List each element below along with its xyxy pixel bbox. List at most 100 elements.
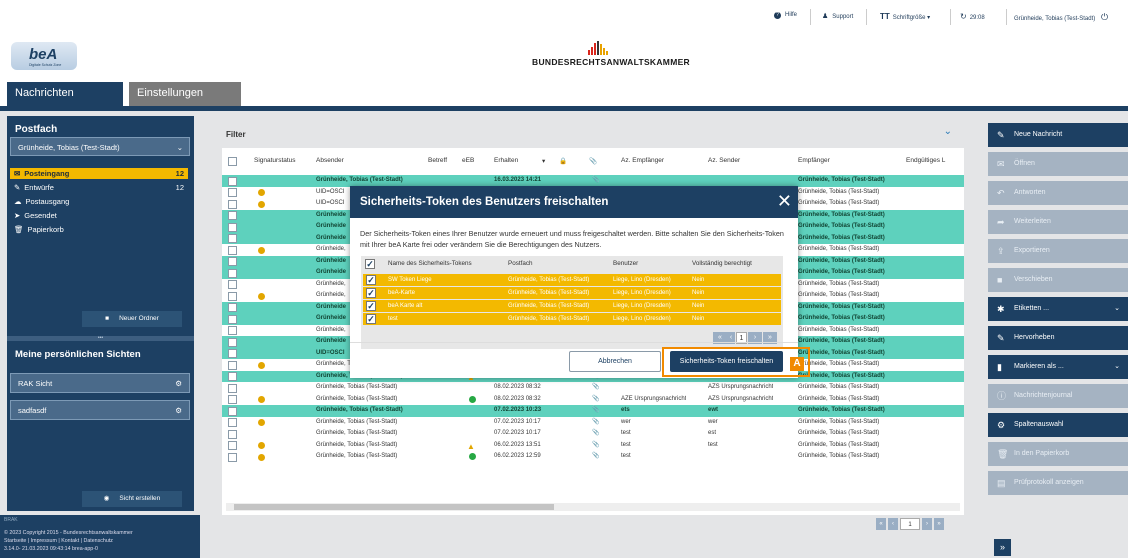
col-endgueltiges[interactable]: Endgültiges L (906, 157, 945, 164)
pager-last-icon[interactable]: » (934, 518, 944, 530)
token-row-checkbox[interactable]: ✓ (366, 314, 376, 324)
collapse-panel-button[interactable]: » (994, 539, 1011, 556)
new-folder-button[interactable]: ■ Neuer Ordner (82, 311, 182, 327)
col-benutzer[interactable]: Benutzer (613, 260, 638, 267)
sort-desc-icon[interactable]: ▾ (542, 157, 545, 165)
row-checkbox[interactable] (228, 349, 237, 358)
help-link[interactable]: ? Hilfe (774, 12, 797, 19)
row-checkbox[interactable] (228, 372, 237, 381)
row-checkbox[interactable] (228, 360, 237, 370)
col-eeb[interactable]: eEB (462, 157, 474, 164)
view-sadfasdf[interactable]: sadfasdf ⚙ (10, 400, 190, 420)
row-checkbox[interactable] (228, 188, 237, 197)
folder-papierkorb[interactable]: 🗑 Papierkorb (10, 224, 188, 235)
token-row-checkbox[interactable]: ✓ (366, 301, 376, 311)
table-row[interactable]: Grünheide, Tobias (Test-Stadt) 16.03.2023… (222, 175, 964, 187)
col-empfaenger[interactable]: Empfänger (798, 157, 830, 164)
action-trash-button[interactable]: 🗑 In den Papierkorb (988, 442, 1128, 466)
tab-einstellungen[interactable]: Einstellungen (129, 82, 241, 106)
row-checkbox[interactable] (228, 418, 237, 427)
filter-bar[interactable]: Filter ⌄ (212, 121, 964, 143)
action-reply-button[interactable]: ↶ Antworten (988, 181, 1128, 205)
action-bookmark-button[interactable]: ▮ Markieren als ... ⌄ (988, 355, 1128, 379)
action-mail-button[interactable]: ✉ Öffnen (988, 152, 1128, 176)
col-berechtigt[interactable]: Vollständig berechtigt (692, 260, 752, 267)
pager-prev-icon[interactable]: ‹ (888, 518, 898, 530)
session-timer[interactable]: ↻ 29:08 (960, 12, 985, 21)
action-marker-button[interactable]: ✎ Hervorheben (988, 326, 1128, 350)
row-checkbox[interactable] (228, 395, 237, 404)
table-row[interactable]: Grünheide, Tobias (Test-Stadt) 07.02.2023… (222, 428, 964, 440)
token-row[interactable]: ✓ SW Token Liege Grünheide, Tobias (Test-S… (363, 274, 781, 286)
row-checkbox[interactable] (228, 222, 237, 232)
cancel-button[interactable]: Abbrechen (569, 351, 661, 372)
col-postfach[interactable]: Postfach (508, 260, 533, 267)
row-checkbox[interactable] (228, 429, 237, 439)
fontsize-dropdown[interactable]: TT Schriftgröße ▾ (880, 12, 930, 21)
col-erhalten[interactable]: Erhalten (494, 157, 518, 164)
token-row[interactable]: ✓ beA-Karte Grünheide, Tobias (Test-Stadt)… (363, 287, 781, 299)
row-checkbox[interactable] (228, 291, 237, 301)
folder-posteingang[interactable]: ✉ Posteingang 12 (10, 168, 188, 179)
row-checkbox[interactable] (228, 245, 237, 255)
row-checkbox[interactable] (228, 234, 237, 243)
user-logout[interactable]: Grünheide, Tobias (Test-Stadt) ⏻ (1014, 12, 1108, 23)
footer-links[interactable]: Startseite | Impressum | Kontakt | Daten… (4, 538, 113, 544)
action-forward-button[interactable]: ➦ Weiterleiten (988, 210, 1128, 234)
table-row[interactable]: Grünheide, Tobias (Test-Stadt) 08.02.2023… (222, 394, 964, 406)
token-row[interactable]: ✓ beA Karte alt Grünheide, Tobias (Test-St… (363, 300, 781, 312)
action-pencil-button[interactable]: ✎ Neue Nachricht (988, 123, 1128, 147)
action-export-button[interactable]: ⇪ Exportieren (988, 239, 1128, 263)
pager-first-icon[interactable]: « (876, 518, 886, 530)
row-checkbox[interactable] (228, 176, 237, 186)
table-row[interactable]: Grünheide, Tobias (Test-Stadt) 07.02.2023… (222, 405, 964, 417)
row-checkbox[interactable] (228, 452, 237, 462)
row-checkbox[interactable] (228, 211, 237, 220)
row-checkbox[interactable] (228, 314, 237, 324)
cell-empfaenger: Grünheide, Tobias (Test-Stadt) (798, 303, 885, 310)
folder-gesendet[interactable]: ➤ Gesendet (10, 210, 188, 221)
row-checkbox[interactable] (228, 337, 237, 347)
row-checkbox[interactable] (228, 280, 237, 289)
col-absender[interactable]: Absender (316, 157, 344, 164)
action-tag-button[interactable]: ✱ Etiketten ... ⌄ (988, 297, 1128, 321)
close-icon[interactable]: ✕ (777, 191, 792, 211)
col-az-sender[interactable]: Az. Sender (708, 157, 740, 164)
action-gear-button[interactable]: ⚙ Spaltenauswahl (988, 413, 1128, 437)
view-rak-sicht[interactable]: RAK Sicht ⚙ (10, 373, 190, 393)
row-checkbox[interactable] (228, 383, 237, 393)
row-checkbox[interactable] (228, 268, 237, 278)
support-link[interactable]: ♟ Support (822, 12, 853, 20)
col-betreff[interactable]: Betreff (428, 157, 447, 164)
tab-nachrichten[interactable]: Nachrichten (7, 82, 123, 106)
row-checkbox[interactable] (228, 303, 237, 312)
token-row-checkbox[interactable]: ✓ (366, 288, 376, 298)
row-checkbox[interactable] (228, 406, 237, 416)
row-checkbox[interactable] (228, 199, 237, 209)
action-info-button[interactable]: ⓘ Nachrichtenjournal (988, 384, 1128, 408)
select-all-tokens-checkbox[interactable]: ✓ (365, 259, 375, 269)
row-checkbox[interactable] (228, 326, 237, 335)
horizontal-scrollbar[interactable] (226, 503, 960, 511)
create-view-button[interactable]: ◉ Sicht erstellen (82, 491, 182, 507)
scrollbar-thumb[interactable] (234, 504, 554, 510)
table-row[interactable]: Grünheide, Tobias (Test-Stadt) 08.02.2023… (222, 382, 964, 394)
select-all-checkbox[interactable] (228, 157, 237, 166)
row-checkbox[interactable] (228, 441, 237, 450)
pager-current[interactable]: 1 (900, 518, 920, 530)
table-row[interactable]: Grünheide, Tobias (Test-Stadt) 07.02.2023… (222, 417, 964, 429)
row-checkbox[interactable] (228, 257, 237, 266)
table-row[interactable]: ▲ Grünheide, Tobias (Test-Stadt) 06.02.202… (222, 440, 964, 452)
col-az-empfaenger[interactable]: Az. Empfänger (621, 157, 664, 164)
table-row[interactable]: Grünheide, Tobias (Test-Stadt) 06.02.2023… (222, 451, 964, 463)
action-folder-button[interactable]: ■ Verschieben (988, 268, 1128, 292)
col-signaturstatus[interactable]: Signaturstatus (254, 157, 296, 164)
col-token-name[interactable]: Name des Sicherheits-Tokens (388, 260, 472, 267)
folder-entwuerfe[interactable]: ✎ Entwürfe 12 (10, 182, 188, 193)
action-document-button[interactable]: ▤ Prüfprotokoll anzeigen (988, 471, 1128, 495)
token-row-checkbox[interactable]: ✓ (366, 275, 376, 285)
token-row[interactable]: ✓ test Grünheide, Tobias (Test-Stadt) Liege… (363, 313, 781, 325)
pager-next-icon[interactable]: › (922, 518, 932, 530)
postfach-select[interactable]: Grünheide, Tobias (Test-Stadt) ⌄ (10, 137, 190, 156)
folder-postausgang[interactable]: ☁ Postausgang (10, 196, 188, 207)
